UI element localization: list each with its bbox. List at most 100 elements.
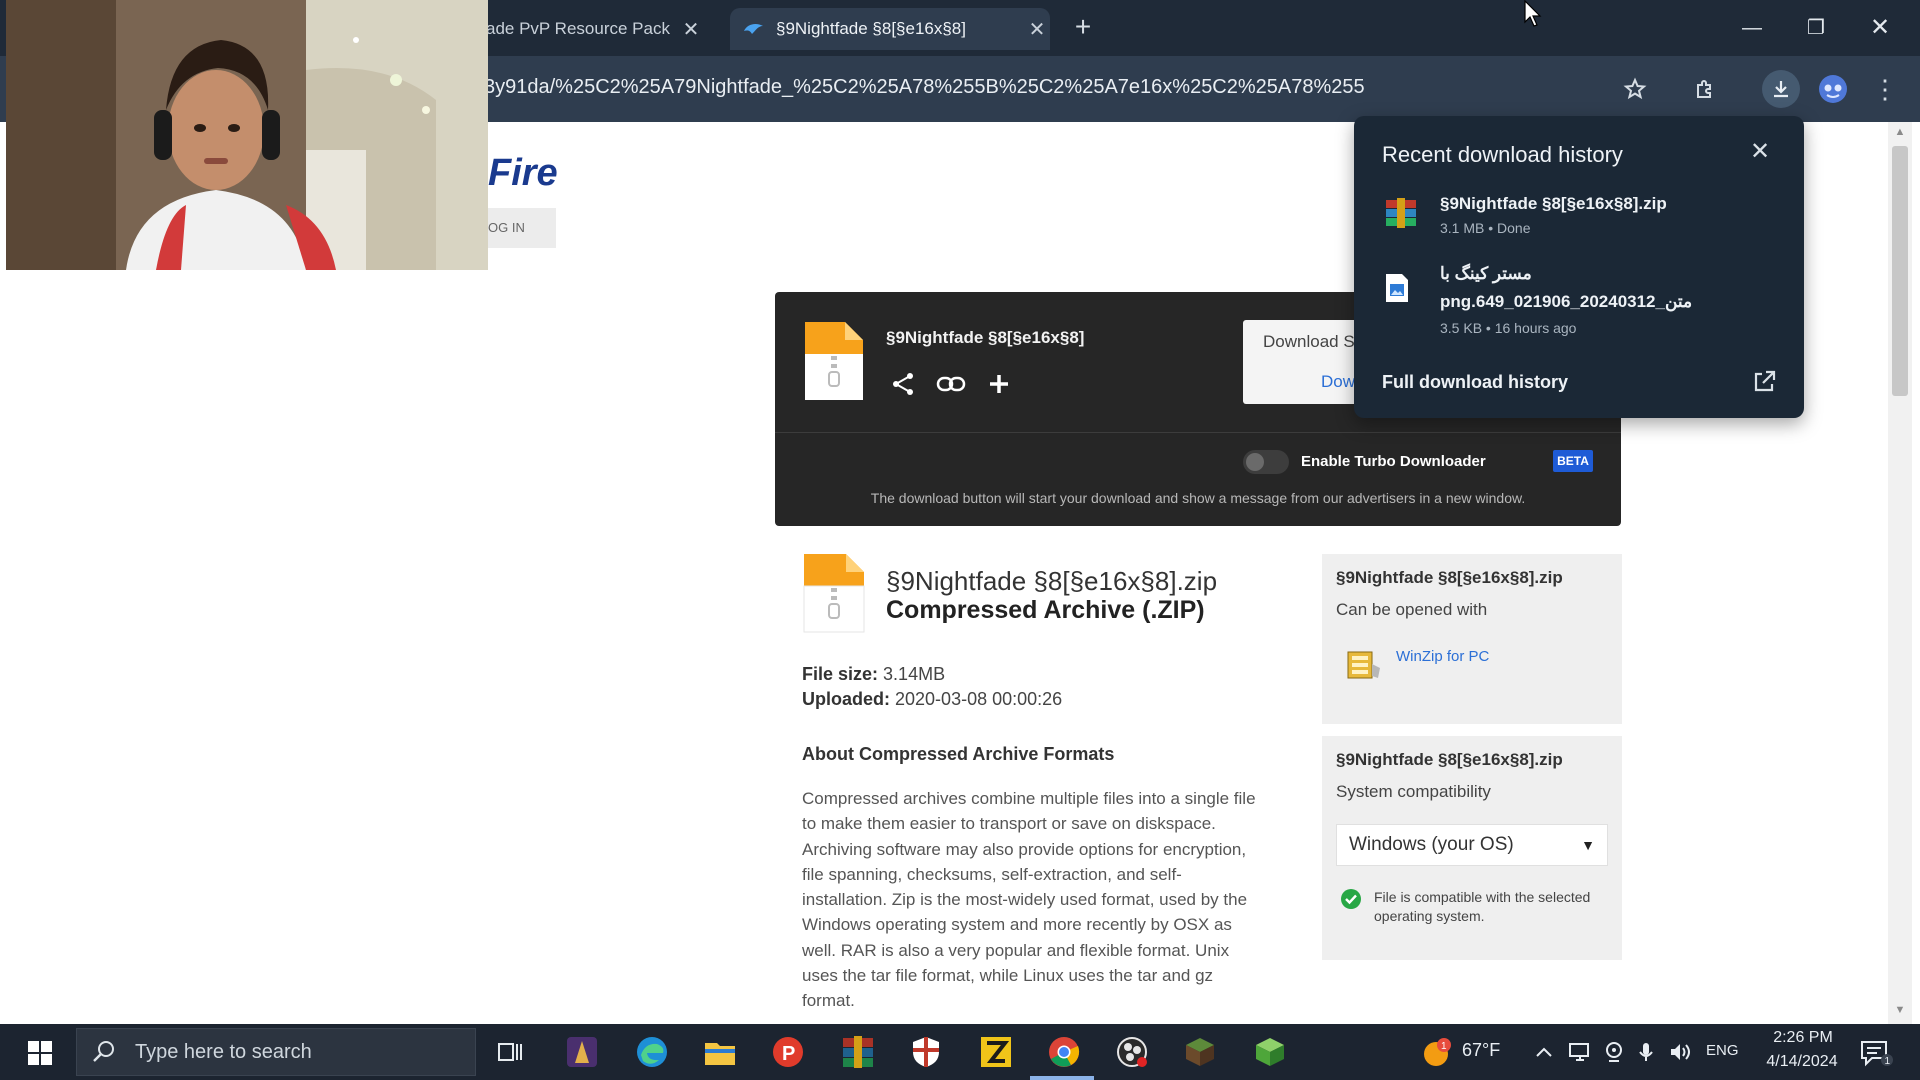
chevron-down-icon: ▼ (1581, 837, 1595, 853)
weather-temperature[interactable]: 67°F (1462, 1040, 1500, 1061)
downloads-popup: Recent download history ✕ §9Nightfade §8… (1354, 116, 1804, 418)
screen: ade PvP Resource Pack 1. ✕ §9Nightfade §… (0, 0, 1920, 1080)
language-indicator[interactable]: ENG (1706, 1042, 1739, 1059)
profile-avatar-icon[interactable] (1814, 70, 1852, 108)
address-bar[interactable]: 3y91da/%25C2%25A79Nightfade_%25C2%25A78%… (484, 76, 1364, 99)
webcam-icon[interactable] (1602, 1040, 1626, 1064)
os-select[interactable]: Windows (your OS) ▼ (1336, 824, 1608, 866)
chrome-icon[interactable] (1044, 1032, 1084, 1072)
scroll-up-icon[interactable]: ▲ (1892, 126, 1908, 142)
tab-close-icon[interactable]: ✕ (1026, 17, 1048, 42)
minimize-button[interactable]: — (1732, 12, 1772, 44)
tab-close-icon[interactable]: ✕ (680, 17, 702, 42)
obs-recording-icon[interactable] (1112, 1032, 1152, 1072)
card-title: §9Nightfade §8[§e16x§8].zip (1336, 750, 1563, 769)
download-item[interactable]: مستر کینگ با png.649_021906_20240312_متن… (1374, 264, 1784, 344)
winzip-link[interactable]: WinZip for PC (1396, 648, 1489, 665)
winrar-archive-icon (1386, 198, 1416, 228)
mediafire-logo[interactable]: Fire (488, 152, 558, 195)
clock-time[interactable]: 2:26 PM (1762, 1029, 1844, 1047)
menu-kebab-icon[interactable]: ⋮ (1866, 70, 1904, 108)
volume-icon[interactable] (1668, 1040, 1692, 1064)
about-text: Compressed archives combine multiple fil… (802, 789, 1256, 1011)
minecraft-launcher-icon[interactable] (1250, 1032, 1290, 1072)
download-button-title: Download S (1263, 332, 1355, 351)
close-icon[interactable]: ✕ (1744, 136, 1776, 168)
file-uploaded: Uploaded: 2020-03-08 00:00:26 (802, 689, 1062, 710)
tab-title: §9Nightfade §8[§e16x§8] (776, 19, 966, 38)
downloads-icon[interactable] (1762, 70, 1800, 108)
winrar-icon[interactable] (838, 1032, 878, 1072)
panel-divider (775, 432, 1621, 433)
file-explorer-icon[interactable] (700, 1032, 740, 1072)
bookmark-star-icon[interactable] (1616, 70, 1654, 108)
full-download-history-link[interactable]: Full download history (1382, 372, 1568, 393)
notification-icon[interactable]: 1 (1858, 1038, 1894, 1068)
open-external-icon[interactable] (1750, 368, 1778, 396)
task-view-icon[interactable] (490, 1032, 530, 1072)
game-app-icon[interactable] (562, 1032, 602, 1072)
card-title: §9Nightfade §8[§e16x§8].zip (1336, 568, 1563, 587)
winzip-icon (1347, 651, 1380, 679)
image-file-icon (1386, 274, 1408, 302)
clock-date[interactable]: 4/14/2024 (1756, 1053, 1848, 1071)
close-window-button[interactable]: ✕ (1860, 12, 1900, 44)
check-circle-icon (1341, 889, 1361, 909)
app-p-icon[interactable]: P (768, 1032, 808, 1072)
svg-text:P: P (782, 1043, 795, 1065)
weather-badge: 1 (1441, 1041, 1447, 1052)
add-to-account-icon[interactable] (983, 368, 1015, 400)
beta-badge: BETA (1553, 450, 1593, 472)
winzip-taskbar-icon[interactable] (976, 1032, 1016, 1072)
tab-nightfade[interactable]: §9Nightfade §8[§e16x§8] ✕ (730, 8, 1050, 50)
chevron-up-icon[interactable] (1532, 1040, 1556, 1064)
page-scrollbar[interactable]: ▲ ▼ (1888, 122, 1912, 1024)
card-subtitle: System compatibility (1336, 782, 1491, 801)
popup-title: Recent download history (1382, 142, 1623, 167)
uploaded-label: Uploaded: (802, 689, 890, 709)
about-heading: About Compressed Archive Formats (802, 744, 1115, 764)
download-note: The download button will start your down… (870, 490, 1526, 506)
file-size-value: 3.14MB (883, 664, 946, 684)
search-icon (93, 1041, 114, 1062)
login-button[interactable]: OG IN (484, 208, 556, 248)
file-title: §9Nightfade §8[§e16x§8].zip (886, 566, 1218, 596)
copy-link-icon[interactable] (935, 368, 967, 400)
network-icon[interactable] (1568, 1040, 1592, 1064)
zip-file-icon (803, 554, 865, 633)
minecraft-icon[interactable] (1180, 1032, 1220, 1072)
uploaded-value: 2020-03-08 00:00:26 (895, 689, 1063, 709)
weather-icon[interactable]: 1 (1420, 1036, 1454, 1070)
download-button-link[interactable]: Dow (1321, 372, 1355, 392)
shield-icon[interactable] (906, 1032, 946, 1072)
scroll-down-icon[interactable]: ▼ (1892, 1004, 1908, 1020)
file-size-label: File size: (802, 664, 879, 684)
mouse-cursor-icon (1524, 0, 1542, 27)
download-item-meta: 3.5 KB • 16 hours ago (1440, 320, 1577, 336)
turbo-downloader-label: Enable Turbo Downloader (1301, 453, 1486, 470)
open-with-card: §9Nightfade §8[§e16x§8].zip Can be opene… (1322, 554, 1622, 724)
microphone-icon[interactable] (1634, 1040, 1658, 1064)
card-subtitle: Can be opened with (1336, 600, 1488, 619)
scroll-thumb[interactable] (1892, 146, 1908, 396)
extensions-puzzle-icon[interactable] (1686, 70, 1724, 108)
tab-title: ade PvP Resource Pack 1. (486, 19, 670, 38)
webcam-overlay (6, 0, 488, 270)
download-item-name: مستر کینگ با (1440, 264, 1532, 283)
compatibility-card: §9Nightfade §8[§e16x§8].zip System compa… (1322, 736, 1622, 960)
taskbar-search[interactable]: Type here to search (76, 1028, 476, 1076)
edge-browser-icon[interactable] (632, 1032, 672, 1072)
download-item-name-line2: png.649_021906_20240312_متن (1440, 292, 1693, 311)
turbo-downloader-toggle[interactable] (1243, 450, 1289, 474)
download-item-name: §9Nightfade §8[§e16x§8].zip (1440, 194, 1667, 213)
mediafire-favicon-icon (744, 23, 763, 34)
share-icon[interactable] (887, 368, 919, 400)
os-select-value: Windows (your OS) (1349, 834, 1514, 855)
restore-button[interactable]: ❐ (1796, 12, 1836, 44)
download-file-name: §9Nightfade §8[§e16x§8] (886, 328, 1085, 347)
new-tab-button[interactable]: + (1068, 12, 1098, 44)
windows-start-icon[interactable] (20, 1038, 60, 1068)
download-item[interactable]: §9Nightfade §8[§e16x§8].zip 3.1 MB • Don… (1374, 194, 1784, 248)
zip-file-icon (805, 322, 863, 400)
tab-resource-pack[interactable]: ade PvP Resource Pack 1. ✕ (478, 8, 722, 50)
